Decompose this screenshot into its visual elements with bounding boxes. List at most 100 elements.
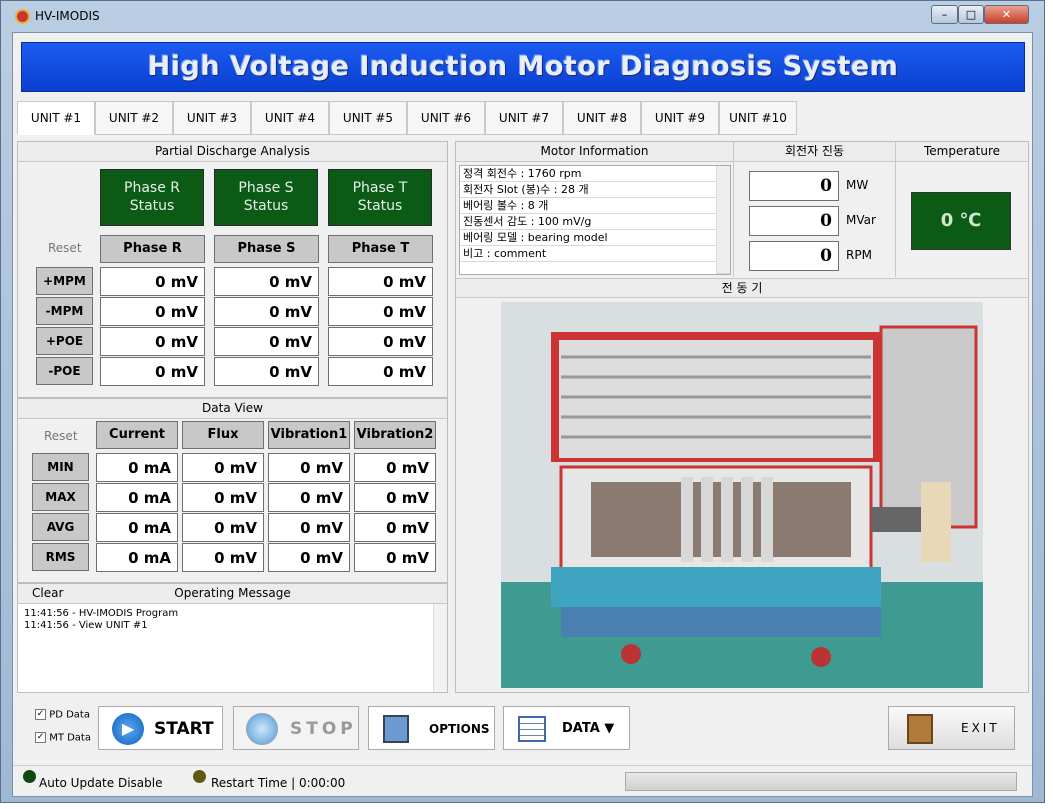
phase-t-status: Phase T Status [328,169,432,226]
tab-unit-2[interactable]: UNIT #2 [95,101,173,135]
data-view-panel: Data View Reset Current Flux Vibration1 Vibr… [17,398,448,583]
phase-header: Phase T [328,235,433,263]
data-label: DATA ▼ [562,721,615,736]
options-icon [383,715,409,743]
rotor-vibration-section: 회전자 진동 0 MW 0 MVar 0 RPM [734,142,896,277]
motor-info-scrollbar[interactable] [716,166,730,274]
restart-time-status: Restart Time | 0:00:00 [211,776,346,790]
message-line: 11:41:56 - View UNIT #1 [24,620,148,631]
rotor-reading-value: 0 [749,171,839,201]
temperature-value: 0 ℃ [911,192,1011,250]
rotor-reading-unit: MW [846,178,869,192]
motor-info-item: 진동센서 감도 : 100 mV/g [460,214,730,230]
motor-info-list[interactable]: 정격 회전수 : 1760 rpm 회전자 Slot (봉)수 : 28 개 베… [459,165,731,275]
pd-value: 0 mV [100,297,205,326]
app-icon [15,9,30,24]
motor-image-title: 전 동 기 [456,278,1028,298]
status-bar: Auto Update Disable Restart Time | 0:00:… [13,765,1032,796]
tab-unit-6[interactable]: UNIT #6 [407,101,485,135]
options-button[interactable]: OPTIONS [368,706,495,750]
data-value: 0 mV [354,453,436,482]
data-value: 0 mV [354,543,436,572]
message-log[interactable]: 11:41:56 - HV-IMODIS Program 11:41:56 - … [18,604,447,692]
message-title: Operating Message [174,586,291,600]
rotor-reading-value: 0 [749,241,839,271]
data-view-reset-button[interactable]: Reset [44,429,78,443]
mt-data-label: MT Data [49,732,91,744]
maximize-button[interactable]: □ [958,5,984,24]
play-icon: ▶ [112,713,144,745]
message-scrollbar[interactable] [433,604,447,692]
tab-unit-7[interactable]: UNIT #7 [485,101,563,135]
rotor-reading-unit: MVar [846,213,876,227]
data-value: 0 mV [182,543,264,572]
pd-value: 0 mV [100,357,205,386]
data-value: 0 mV [354,513,436,542]
rotor-reading-unit: RPM [846,248,872,262]
table-icon [518,716,546,742]
data-row-label[interactable]: MAX [32,483,89,511]
phase-header: Phase R [100,235,205,263]
pd-row-label[interactable]: +POE [36,327,93,355]
start-button[interactable]: ▶ START [98,706,223,750]
tab-unit-4[interactable]: UNIT #4 [251,101,329,135]
pd-title: Partial Discharge Analysis [18,142,447,162]
data-row-label[interactable]: RMS [32,543,89,571]
stop-button[interactable]: STOP [233,706,359,750]
stop-icon [246,713,278,745]
pd-row-label[interactable]: +MPM [36,267,93,295]
rotor-title: 회전자 진동 [734,142,895,162]
motor-info-section: Motor Information 정격 회전수 : 1760 rpm 회전자 … [456,142,734,277]
motor-info-item: 베어링 모델 : bearing model [460,230,730,246]
minimize-button[interactable]: – [931,5,958,24]
data-value: 0 mV [268,483,350,512]
exit-button[interactable]: EXIT [888,706,1015,750]
data-value: 0 mV [268,543,350,572]
pd-row-label[interactable]: -POE [36,357,93,385]
tab-unit-9[interactable]: UNIT #9 [641,101,719,135]
pd-value: 0 mV [328,297,433,326]
data-row-label[interactable]: AVG [32,513,89,541]
tab-unit-5[interactable]: UNIT #5 [329,101,407,135]
message-header: Clear Operating Message [18,584,447,604]
banner-title: High Voltage Induction Motor Diagnosis S… [21,42,1025,92]
data-value: 0 mV [268,453,350,482]
start-label: START [154,719,214,739]
close-button[interactable]: ✕ [984,5,1029,24]
motor-info-item: 정격 회전수 : 1760 rpm [460,166,730,182]
right-panel: Motor Information 정격 회전수 : 1760 rpm 회전자 … [455,141,1029,693]
clear-button[interactable]: Clear [32,584,63,603]
phase-header: Phase S [214,235,319,263]
pd-value: 0 mV [214,297,319,326]
window-title: HV-IMODIS [35,9,100,23]
motor-info-item: 회전자 Slot (봉)수 : 28 개 [460,182,730,198]
pd-value: 0 mV [328,357,433,386]
rotor-reading-value: 0 [749,206,839,236]
mt-data-checkbox[interactable]: ✓ MT Data [35,732,91,744]
data-column-header: Vibration2 [354,421,436,449]
motor-info-item: 비고 : comment [460,246,730,262]
tab-unit-3[interactable]: UNIT #3 [173,101,251,135]
data-dropdown-button[interactable]: DATA ▼ [503,706,630,750]
restart-indicator-icon [193,770,206,783]
temperature-title: Temperature [896,142,1028,162]
pd-value: 0 mV [100,327,205,356]
auto-update-indicator-icon [23,770,36,783]
motor-photo [501,302,983,688]
pd-value: 0 mV [214,327,319,356]
pd-reset-button[interactable]: Reset [48,241,82,255]
data-value: 0 mV [354,483,436,512]
title-bar: HV-IMODIS – □ ✕ [1,1,1046,31]
temperature-section: Temperature 0 ℃ [896,142,1028,277]
message-line: 11:41:56 - HV-IMODIS Program [24,608,179,619]
tab-unit-1[interactable]: UNIT #1 [17,101,95,135]
pd-value: 0 mV [100,267,205,296]
data-value: 0 mA [96,453,178,482]
data-row-label[interactable]: MIN [32,453,89,481]
data-value: 0 mA [96,513,178,542]
tab-unit-8[interactable]: UNIT #8 [563,101,641,135]
tab-unit-10[interactable]: UNIT #10 [719,101,797,135]
pd-row-label[interactable]: -MPM [36,297,93,325]
pd-value: 0 mV [328,267,433,296]
pd-data-checkbox[interactable]: ✓ PD Data [35,709,90,721]
